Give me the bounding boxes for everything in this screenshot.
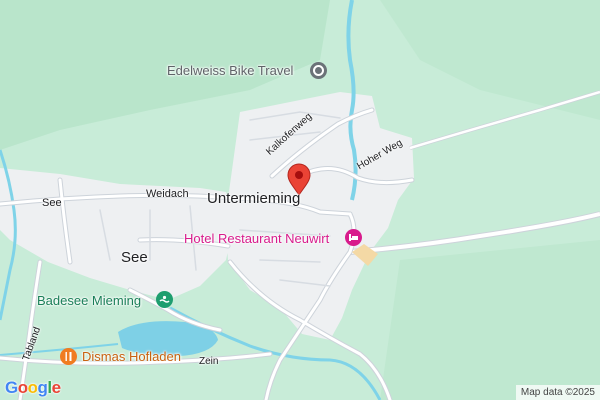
bed-icon[interactable] [345, 229, 362, 246]
poi-label-badesee[interactable]: Badesee Mieming [37, 293, 141, 308]
google-logo: Google [5, 378, 61, 397]
place-label-untermieming: Untermieming [207, 190, 301, 207]
street-label-see: See [42, 197, 62, 209]
location-dot-icon[interactable] [310, 62, 327, 79]
forest-area [380, 240, 600, 400]
fork-knife-icon[interactable] [60, 348, 77, 365]
stream [169, 306, 382, 400]
street-label-weidach: Weidach [146, 188, 189, 200]
street-label-zein: Zein [199, 356, 219, 367]
poi-label-edelweiss[interactable]: Edelweiss Bike Travel [167, 63, 293, 78]
map-attribution[interactable]: Map data ©2025 [515, 385, 600, 400]
poi-label-dismas[interactable]: Dismas Hofladen [82, 349, 181, 364]
place-label-see: See [121, 249, 148, 266]
poi-label-hotel[interactable]: Hotel Restaurant Neuwirt [184, 231, 329, 246]
pool-icon[interactable] [156, 291, 173, 308]
